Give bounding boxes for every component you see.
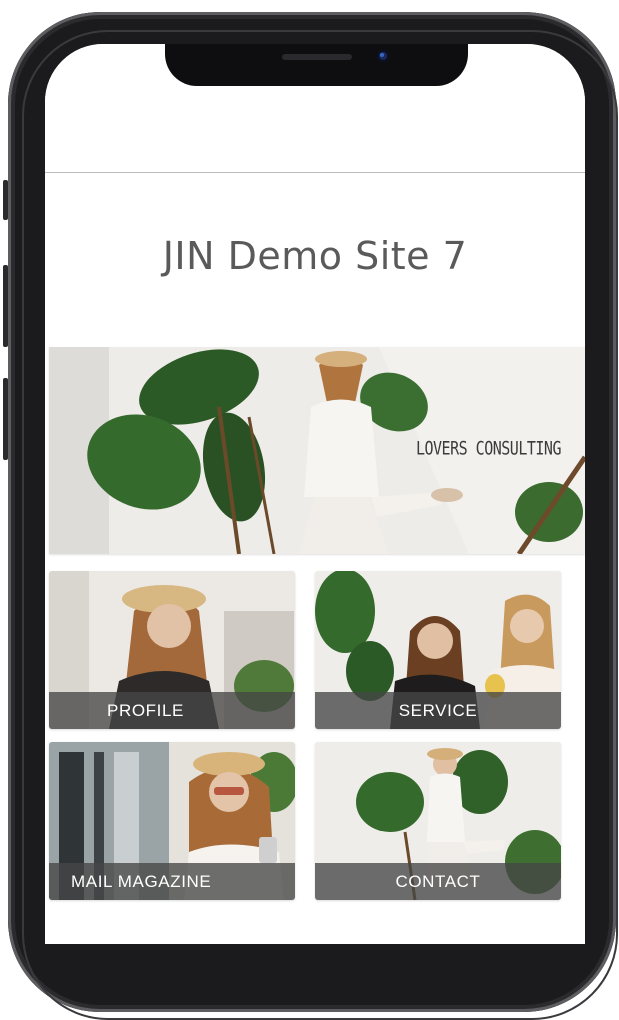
tile-mail-magazine[interactable]: MAIL MAGAZINE — [49, 742, 295, 900]
phone-screen: JIN Demo Site 7 LOVERS CONSULTING PROFIL… — [45, 44, 585, 944]
mute-switch — [3, 180, 8, 220]
tile-label-mail-magazine: MAIL MAGAZINE — [49, 863, 295, 900]
tile-label-contact: CONTACT — [315, 863, 561, 900]
site-title[interactable]: JIN Demo Site 7 — [45, 234, 585, 278]
tile-contact[interactable]: CONTACT — [315, 742, 561, 900]
volume-down-button — [3, 378, 8, 460]
volume-up-button — [3, 265, 8, 347]
tile-label-service: SERVICE — [315, 692, 561, 729]
tile-profile[interactable]: PROFILE — [49, 571, 295, 729]
hero-banner[interactable]: LOVERS CONSULTING — [49, 347, 585, 554]
tile-service[interactable]: SERVICE — [315, 571, 561, 729]
front-camera-icon — [377, 50, 389, 62]
hero-overlay-text: LOVERS CONSULTING — [415, 436, 562, 460]
tile-label-profile: PROFILE — [49, 692, 295, 729]
notch — [165, 44, 468, 86]
speaker-grille — [282, 54, 352, 60]
